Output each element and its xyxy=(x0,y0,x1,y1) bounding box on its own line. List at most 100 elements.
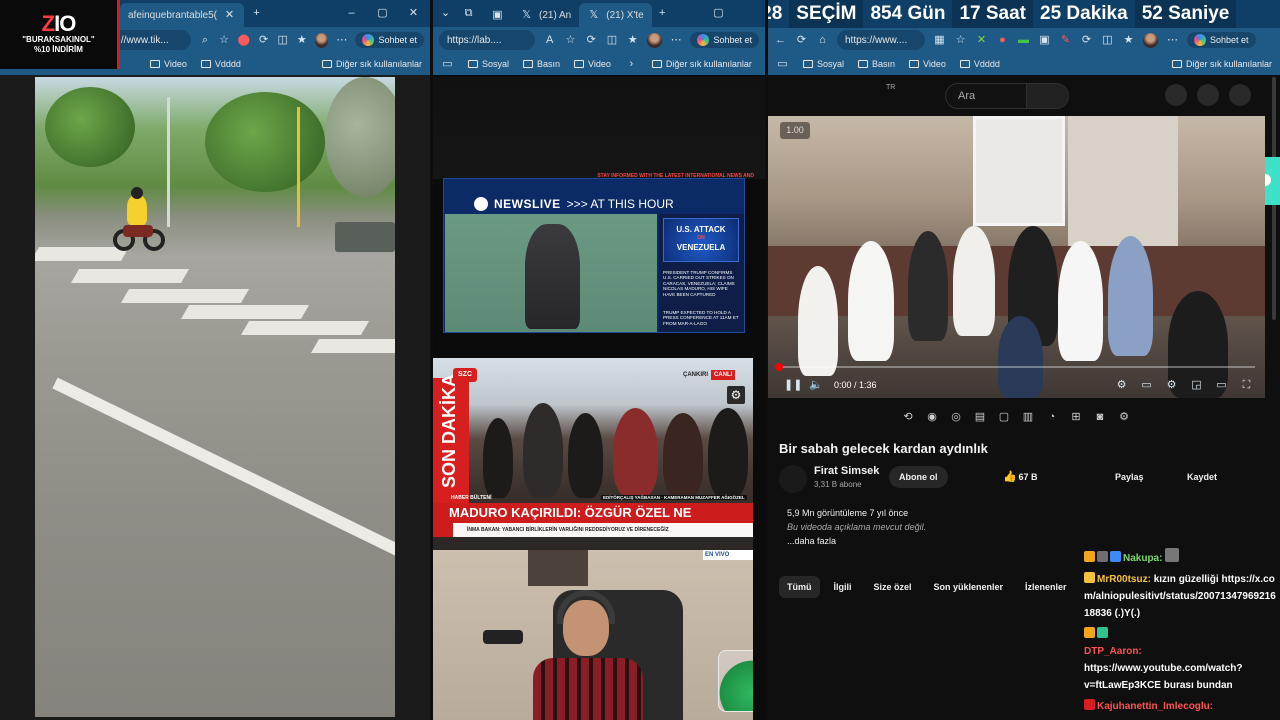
add-icon[interactable]: ⊞ xyxy=(1068,409,1084,425)
new-tab-icon[interactable]: + xyxy=(250,7,263,20)
tab-list-icon[interactable]: ⌄ xyxy=(439,7,452,20)
speed-gauge-icon[interactable]: ◔ xyxy=(1044,409,1060,425)
more-menu-icon[interactable]: ⋯ xyxy=(670,34,683,47)
abc-news-stream[interactable]: STAY INFORMED WITH THE LATEST INTERNATIO… xyxy=(443,173,754,333)
bookmark-icon[interactable]: ▭ xyxy=(776,58,789,71)
split-screen-icon[interactable]: ◫ xyxy=(277,34,288,47)
tiktok-video[interactable] xyxy=(35,77,395,717)
video-description[interactable]: 5,9 Mn görüntüleme 7 yıl önce Bu videoda… xyxy=(787,506,987,548)
channel-name[interactable]: Firat Simsek xyxy=(814,465,879,477)
minimize-icon[interactable]: – xyxy=(345,7,358,20)
film-strip-icon[interactable]: ▥ xyxy=(1020,409,1036,425)
favorite-star-icon[interactable]: ☆ xyxy=(564,34,577,47)
more-menu-icon[interactable]: ⋯ xyxy=(1166,34,1179,47)
copilot-chat-button[interactable]: Sohbet et xyxy=(355,32,424,48)
camera-icon[interactable]: ◙ xyxy=(1092,409,1108,425)
favorite-star-icon[interactable]: ☆ xyxy=(219,34,230,47)
extension-note-icon[interactable]: ▣ xyxy=(1038,34,1051,47)
extension-red-icon[interactable]: ⬤ xyxy=(238,34,250,47)
playback-speed[interactable]: 1.00 xyxy=(780,122,810,139)
favorites-icon[interactable]: ★ xyxy=(1122,34,1135,47)
bookmark-basin[interactable]: Basın xyxy=(523,59,560,69)
autoplay-icon[interactable]: ⚙ xyxy=(1115,379,1128,392)
more-menu-icon[interactable]: ⋯ xyxy=(336,34,347,47)
url-field[interactable]: https://www.... xyxy=(837,30,925,50)
other-bookmarks[interactable]: Diğer sık kullanılanlar xyxy=(321,59,422,69)
bookmark-sosyal[interactable]: Sosyal xyxy=(803,59,844,69)
refresh-extension-icon[interactable]: ⟳ xyxy=(585,34,598,47)
search-icon[interactable]: ⌕ xyxy=(199,34,210,47)
bookmark-video[interactable]: Video xyxy=(150,59,187,69)
extension-green-icon[interactable]: ▬ xyxy=(1017,34,1030,47)
bookmark-icon[interactable]: ▭ xyxy=(441,58,454,71)
copilot-chat-button[interactable]: Sohbet et xyxy=(1187,32,1256,48)
copilot-chat-button[interactable]: Sohbet et xyxy=(690,32,759,48)
chevron-right-icon[interactable]: › xyxy=(625,58,638,71)
profile-avatar[interactable] xyxy=(315,32,329,48)
chip-related[interactable]: İlgili xyxy=(826,576,860,598)
chip-all[interactable]: Tümü xyxy=(779,576,820,598)
favorites-icon[interactable]: ★ xyxy=(296,34,307,47)
split-screen-icon[interactable]: ◫ xyxy=(606,34,619,47)
extension-red-icon[interactable]: ● xyxy=(996,34,1009,47)
volume-icon[interactable]: 🔈 xyxy=(809,379,823,392)
pause-icon[interactable]: ❚❚ xyxy=(784,379,802,392)
url-field[interactable]: https://lab.... xyxy=(439,30,536,50)
tab-pinned[interactable]: ▣ xyxy=(483,3,512,27)
show-more-link[interactable]: ...daha fazla xyxy=(787,534,987,548)
profile-avatar[interactable] xyxy=(1143,32,1158,48)
chip-for-you[interactable]: Size özel xyxy=(866,576,920,598)
bookmark-vdddd[interactable]: Vdddd xyxy=(200,59,241,69)
channel-avatar[interactable] xyxy=(779,465,807,493)
clapper-icon[interactable]: ▤ xyxy=(972,409,988,425)
refresh-extension-icon[interactable]: ⟳ xyxy=(258,34,269,47)
notifications-icon[interactable] xyxy=(1197,84,1219,106)
tab-layout-icon[interactable]: ▦ xyxy=(933,34,946,47)
maximize-icon[interactable]: ▢ xyxy=(376,7,389,20)
other-bookmarks[interactable]: Diğer sık kullanılanlar xyxy=(1171,59,1272,69)
save-button[interactable]: Kaydet xyxy=(1177,466,1227,488)
new-tab-icon[interactable]: + xyxy=(656,7,669,20)
settings-gear-icon[interactable]: ⚙ xyxy=(727,386,745,404)
bookmark-video[interactable]: Video xyxy=(909,59,946,69)
close-window-icon[interactable]: ✕ xyxy=(407,7,420,20)
read-aloud-icon[interactable]: A xyxy=(543,34,556,47)
youtube-player[interactable]: 1.00 ❚❚ 🔈 0:00 / 1:36 ⚙ ▭ ⚙ ◲ ▭ ⛶ xyxy=(768,116,1265,398)
bookmark-video[interactable]: Video xyxy=(574,59,611,69)
minimize-icon[interactable]: ▢ xyxy=(712,7,725,20)
settings-gear-icon[interactable]: ⚙ xyxy=(1165,379,1178,392)
search-button[interactable] xyxy=(1026,84,1068,108)
refresh-extension-icon[interactable]: ⟳ xyxy=(1080,34,1093,47)
tab-x-2[interactable]: 𝕏 (21) X'te xyxy=(579,3,652,27)
progress-bar[interactable] xyxy=(775,363,1255,371)
share-button[interactable]: Paylaş xyxy=(1105,466,1154,488)
account-avatar[interactable] xyxy=(1229,84,1251,106)
streamer-webcam[interactable]: EN VIVO xyxy=(433,550,753,720)
profile-avatar[interactable] xyxy=(647,32,662,48)
dark-video-clip[interactable] xyxy=(433,77,765,179)
extension-pen-icon[interactable]: ✎ xyxy=(1059,34,1072,47)
extension-icon[interactable]: ✕ xyxy=(975,34,988,47)
screen-icon[interactable]: ▢ xyxy=(996,409,1012,425)
create-icon[interactable] xyxy=(1165,84,1187,106)
workspaces-icon[interactable]: ⧉ xyxy=(462,7,475,20)
home-icon[interactable]: ⌂ xyxy=(816,34,829,47)
favorite-star-icon[interactable]: ☆ xyxy=(954,34,967,47)
eye-icon[interactable]: ◎ xyxy=(948,409,964,425)
tab-tiktok[interactable]: afeinquebrantable5( ✕ xyxy=(120,3,244,27)
theater-mode-icon[interactable]: ▭ xyxy=(1215,379,1228,392)
chip-recent[interactable]: Son yüklenenler xyxy=(926,576,1012,598)
audio-icon[interactable]: ◉ xyxy=(924,409,940,425)
url-field[interactable]: ://www.tik... xyxy=(110,30,192,50)
close-tab-icon[interactable]: ✕ xyxy=(223,9,236,22)
miniplayer-icon[interactable]: ◲ xyxy=(1190,379,1203,392)
subtitles-icon[interactable]: ▭ xyxy=(1140,379,1153,392)
tab-x-1[interactable]: 𝕏 (21) An xyxy=(512,3,579,27)
fullscreen-icon[interactable]: ⛶ xyxy=(1240,379,1253,392)
settings-gear-icon[interactable]: ⚙ xyxy=(1116,409,1132,425)
back-icon[interactable]: ← xyxy=(774,34,787,47)
refresh-icon[interactable]: ⟳ xyxy=(795,34,808,47)
bookmark-sosyal[interactable]: Sosyal xyxy=(468,59,509,69)
subscribe-button[interactable]: Abone ol xyxy=(889,466,948,488)
loop-icon[interactable]: ⟲ xyxy=(900,409,916,425)
